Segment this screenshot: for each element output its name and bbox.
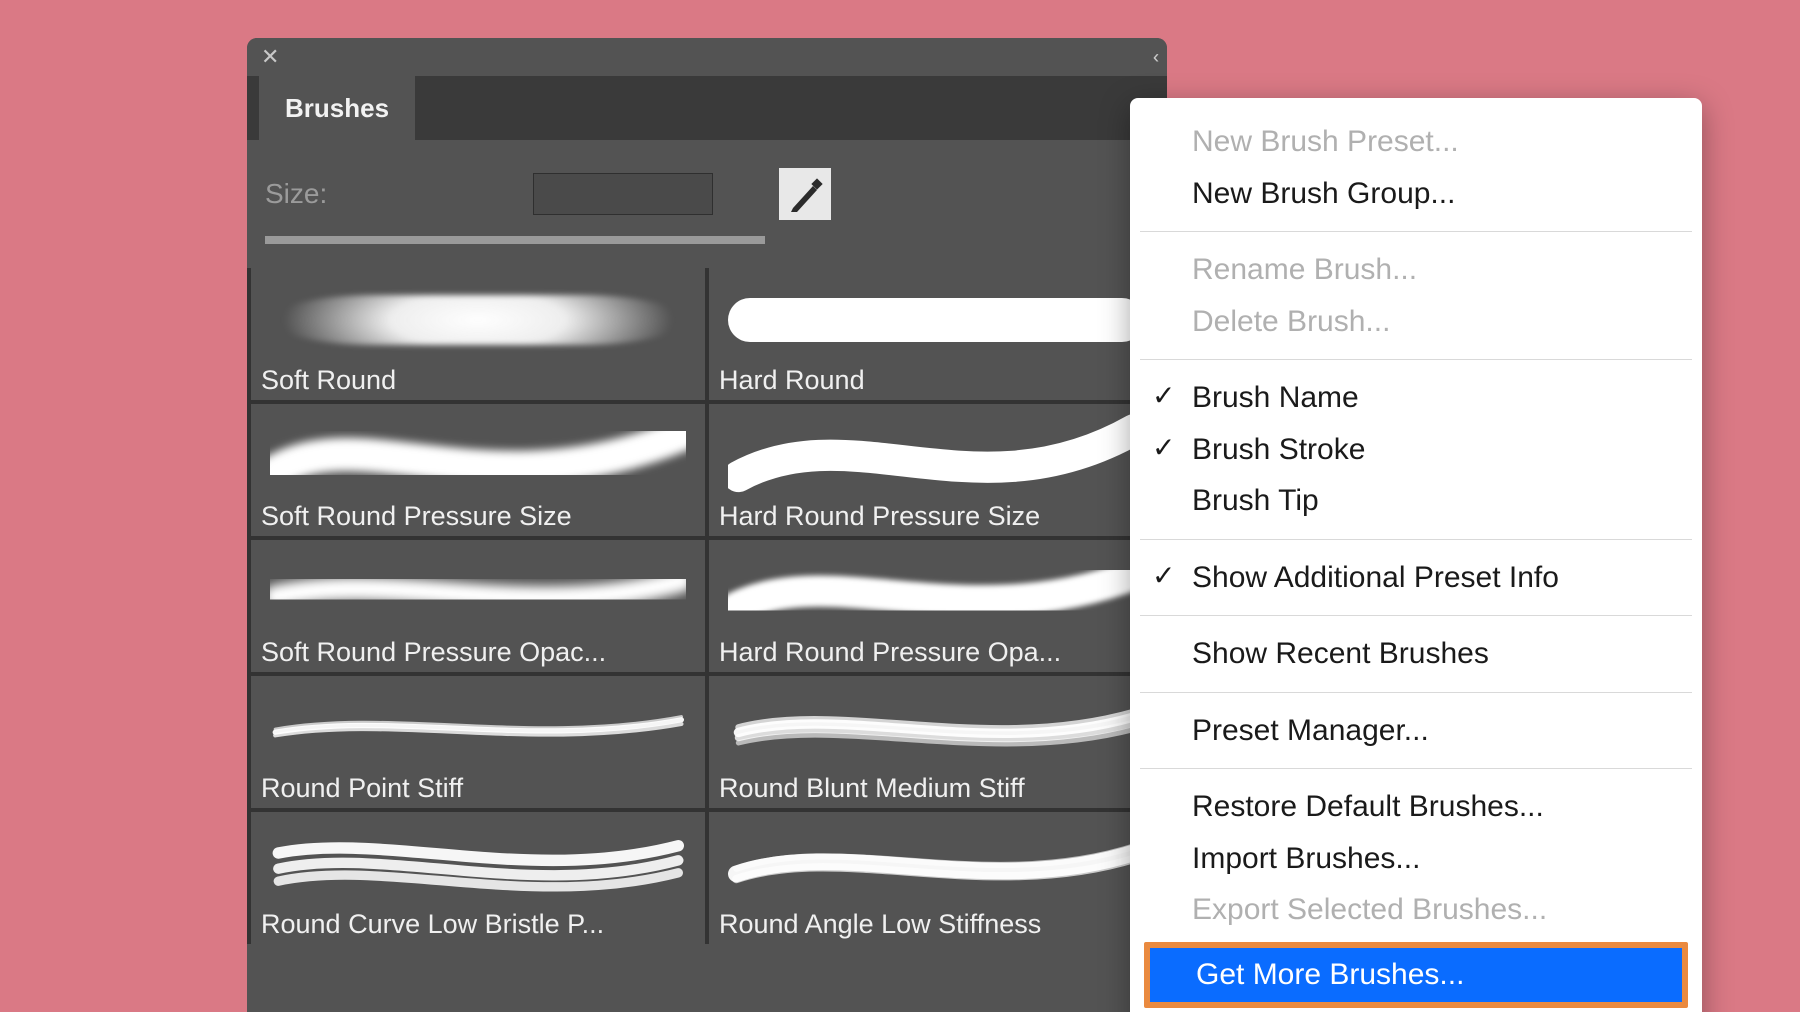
close-icon[interactable]: ✕ xyxy=(261,44,279,70)
tab-brushes[interactable]: Brushes xyxy=(259,76,415,140)
brush-preset[interactable]: Soft Round xyxy=(251,268,705,400)
brush-preset[interactable]: Hard Round Pressure Size xyxy=(709,404,1163,536)
brush-stroke-preview xyxy=(719,818,1153,909)
size-input[interactable] xyxy=(533,173,713,215)
brush-stroke-preview xyxy=(261,410,695,501)
brush-preset[interactable]: Hard Round Pressure Opa... xyxy=(709,540,1163,672)
brush-stroke-preview xyxy=(261,682,695,773)
menu-separator xyxy=(1140,692,1692,693)
menu-item[interactable]: Show Recent Brushes xyxy=(1130,628,1702,680)
brush-preset[interactable]: Hard Round xyxy=(709,268,1163,400)
tab-label: Brushes xyxy=(285,93,389,124)
brush-preset[interactable]: Round Point Stiff xyxy=(251,676,705,808)
menu-item[interactable]: Brush Tip xyxy=(1130,475,1702,527)
menu-item: Delete Brush... xyxy=(1130,296,1702,348)
brush-stroke-preview xyxy=(261,818,695,909)
brush-stroke-preview xyxy=(719,410,1153,501)
brush-stroke-preview xyxy=(719,682,1153,773)
menu-separator xyxy=(1140,768,1692,769)
size-label: Size: xyxy=(265,178,327,210)
menu-item: New Brush Preset... xyxy=(1130,116,1702,168)
panel-topbar: ✕ ‹‹ xyxy=(247,38,1167,76)
menu-item-highlight-frame: Get More Brushes... xyxy=(1144,942,1688,1008)
brush-label: Soft Round Pressure Opac... xyxy=(261,637,695,668)
menu-item[interactable]: Import Brushes... xyxy=(1130,833,1702,885)
brush-stroke-preview xyxy=(261,274,695,365)
menu-item[interactable]: Preset Manager... xyxy=(1130,705,1702,757)
brush-label: Round Angle Low Stiffness xyxy=(719,909,1153,940)
menu-item[interactable]: Show Additional Preset Info xyxy=(1130,552,1702,604)
brush-preset[interactable]: Soft Round Pressure Size xyxy=(251,404,705,536)
menu-separator xyxy=(1140,359,1692,360)
brush-preset[interactable]: Round Blunt Medium Stiff xyxy=(709,676,1163,808)
brush-label: Soft Round xyxy=(261,365,695,396)
menu-separator xyxy=(1140,615,1692,616)
brush-label: Round Point Stiff xyxy=(261,773,695,804)
brush-preview-toggle[interactable] xyxy=(779,168,831,220)
size-slider[interactable] xyxy=(265,236,765,244)
brush-label: Hard Round Pressure Size xyxy=(719,501,1153,532)
brush-icon xyxy=(779,168,831,220)
brush-label: Hard Round Pressure Opa... xyxy=(719,637,1153,668)
panel-tabbar: Brushes ≡ xyxy=(247,76,1167,140)
menu-item[interactable]: Restore Default Brushes... xyxy=(1130,781,1702,833)
brush-stroke-preview xyxy=(719,546,1153,637)
menu-item[interactable]: Brush Stroke xyxy=(1130,424,1702,476)
menu-item[interactable]: Brush Name xyxy=(1130,372,1702,424)
menu-item: Rename Brush... xyxy=(1130,244,1702,296)
menu-item: Export Selected Brushes... xyxy=(1130,884,1702,936)
brush-stroke-preview xyxy=(261,546,695,637)
brushes-panel: ✕ ‹‹ Brushes ≡ Size: Soft Round Hard Roun… xyxy=(247,38,1167,1012)
menu-separator xyxy=(1140,231,1692,232)
brush-preset[interactable]: Round Angle Low Stiffness xyxy=(709,812,1163,944)
menu-separator xyxy=(1140,539,1692,540)
brush-size-row: Size: xyxy=(247,140,1167,230)
brushes-panel-menu: New Brush Preset...New Brush Group... Ren… xyxy=(1130,98,1702,1012)
brush-label: Round Blunt Medium Stiff xyxy=(719,773,1153,804)
menu-item-get-more-brushes[interactable]: Get More Brushes... xyxy=(1150,948,1682,1002)
brush-label: Round Curve Low Bristle P... xyxy=(261,909,695,940)
brush-label: Hard Round xyxy=(719,365,1153,396)
brush-grid: Soft Round Hard Round Soft Round Pressure… xyxy=(247,268,1167,944)
brush-preset[interactable]: Round Curve Low Bristle P... xyxy=(251,812,705,944)
menu-item[interactable]: New Brush Group... xyxy=(1130,168,1702,220)
brush-preset[interactable]: Soft Round Pressure Opac... xyxy=(251,540,705,672)
brush-label: Soft Round Pressure Size xyxy=(261,501,695,532)
brush-stroke-preview xyxy=(719,274,1153,365)
